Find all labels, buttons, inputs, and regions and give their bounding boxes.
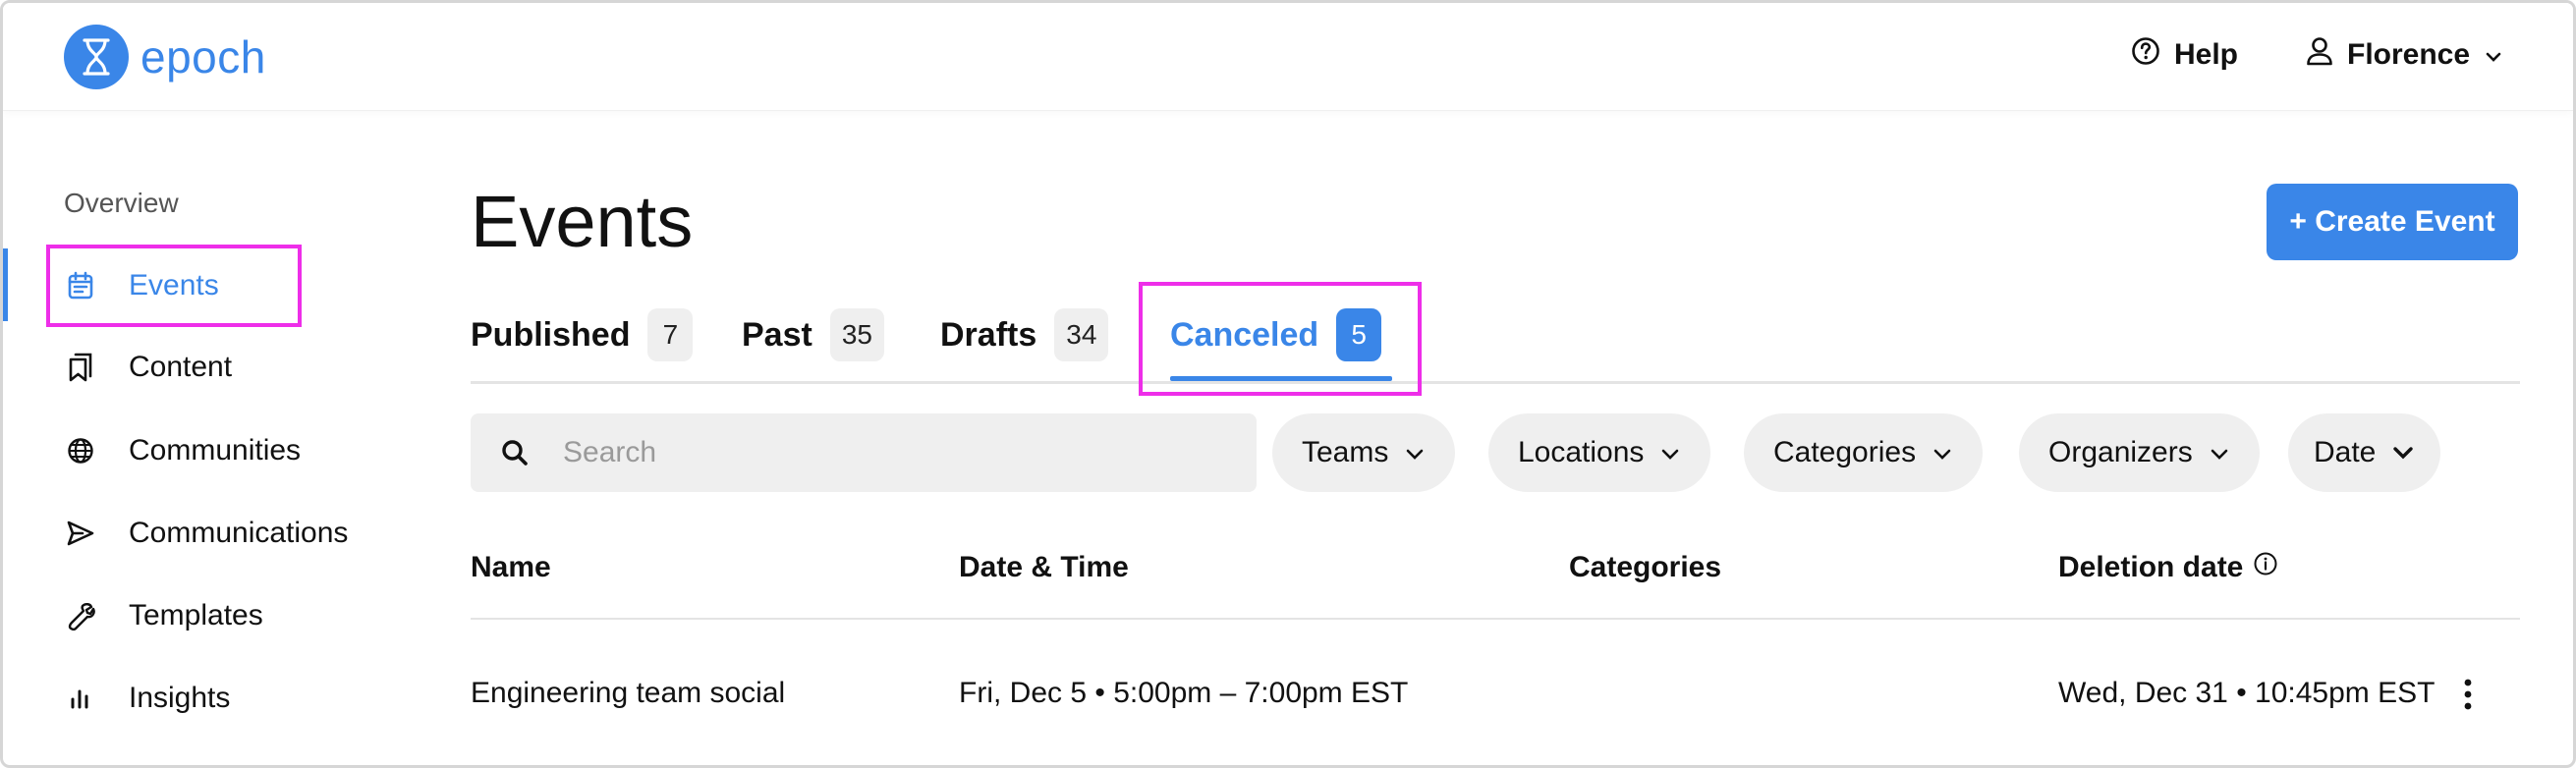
tab-drafts[interactable]: Drafts 34 xyxy=(940,305,1109,364)
user-icon xyxy=(2306,36,2333,74)
tab-count-badge: 34 xyxy=(1054,308,1109,361)
sidebar-item-communities[interactable]: Communities xyxy=(64,421,301,480)
filter-label: Teams xyxy=(1302,436,1389,468)
tab-label: Published xyxy=(471,315,631,354)
active-indicator xyxy=(3,248,8,321)
column-header-label: Deletion date xyxy=(2058,551,2244,583)
chevron-down-icon xyxy=(2484,38,2503,72)
tab-published[interactable]: Published 7 xyxy=(471,305,694,364)
wrench-icon xyxy=(64,599,97,632)
user-menu[interactable]: Florence xyxy=(2306,30,2503,80)
table-row-divider xyxy=(471,765,2520,767)
globe-icon xyxy=(64,434,97,467)
sidebar-item-label: Communications xyxy=(129,517,349,549)
user-name: Florence xyxy=(2347,38,2471,71)
more-options-icon[interactable] xyxy=(2453,673,2483,716)
filter-date[interactable]: Date xyxy=(2288,413,2441,492)
bookmark-icon xyxy=(64,351,97,384)
tab-label: Drafts xyxy=(940,315,1037,354)
filter-label: Categories xyxy=(1773,436,1917,468)
app-logo[interactable]: epoch xyxy=(64,25,266,89)
sidebar-item-label: Events xyxy=(129,269,219,302)
column-header-name[interactable]: Name xyxy=(471,551,551,584)
search-input[interactable] xyxy=(563,436,1231,469)
cell-deletion-date: Wed, Dec 31 • 10:45pm EST xyxy=(2058,677,2436,709)
chevron-down-icon xyxy=(1932,436,1953,469)
filter-teams[interactable]: Teams xyxy=(1272,413,1456,492)
search-bar[interactable] xyxy=(471,413,1257,492)
top-header: epoch Help Florence xyxy=(3,3,2573,111)
tab-count-badge: 7 xyxy=(647,308,694,361)
status-tabs: Published 7 Past 35 Drafts 34 Canceled 5 xyxy=(471,305,2520,384)
cell-name[interactable]: Engineering team social xyxy=(471,677,785,710)
filter-organizers[interactable]: Organizers xyxy=(2019,413,2260,492)
sidebar-item-insights[interactable]: Insights xyxy=(64,669,230,728)
column-header-deletion-date[interactable]: Deletion date xyxy=(2058,551,2278,584)
page-title: Events xyxy=(471,181,694,262)
send-icon xyxy=(64,517,97,550)
sidebar-item-templates[interactable]: Templates xyxy=(64,586,263,645)
calendar-icon xyxy=(64,269,97,302)
sidebar-item-overview[interactable]: Overview xyxy=(64,188,179,219)
sidebar-item-label: Templates xyxy=(129,599,263,631)
sidebar: Overview Events Content Communities Comm… xyxy=(3,111,416,765)
sidebar-item-label: Content xyxy=(129,351,233,383)
chevron-down-icon xyxy=(1404,436,1426,469)
filter-label: Locations xyxy=(1518,436,1645,468)
filter-label: Date xyxy=(2314,436,2377,468)
chevron-down-icon xyxy=(2391,436,2415,469)
sidebar-item-label: Communities xyxy=(129,434,302,466)
column-header-categories[interactable]: Categories xyxy=(1569,551,1721,584)
column-header-datetime[interactable]: Date & Time xyxy=(959,551,1129,584)
help-button[interactable]: Help xyxy=(2131,30,2238,80)
create-event-button[interactable]: + Create Event xyxy=(2267,184,2518,260)
filter-categories[interactable]: Categories xyxy=(1744,413,1984,492)
filter-locations[interactable]: Locations xyxy=(1488,413,1711,492)
chevron-down-icon xyxy=(1659,436,1681,469)
info-icon[interactable] xyxy=(2253,551,2278,584)
question-circle-icon xyxy=(2131,36,2160,74)
hourglass-icon xyxy=(64,25,129,89)
help-label: Help xyxy=(2174,38,2239,71)
sidebar-item-label: Insights xyxy=(129,682,231,714)
table-header-divider xyxy=(471,618,2520,620)
app-window: epoch Help Florence Overview Events Cont… xyxy=(0,0,2576,768)
sidebar-item-content[interactable]: Content xyxy=(64,338,232,397)
chevron-down-icon xyxy=(2209,436,2230,469)
search-icon xyxy=(500,436,533,469)
sidebar-item-communications[interactable]: Communications xyxy=(64,504,348,563)
app-name: epoch xyxy=(140,31,266,82)
tab-past[interactable]: Past 35 xyxy=(742,305,884,364)
tab-label: Past xyxy=(742,315,812,354)
filter-label: Organizers xyxy=(2048,436,2193,468)
tab-count-badge: 35 xyxy=(829,308,884,361)
highlight-box-canceled-tab xyxy=(1139,282,1422,396)
bar-chart-icon xyxy=(64,682,97,715)
cell-datetime: Fri, Dec 5 • 5:00pm – 7:00pm EST xyxy=(959,677,1409,709)
sidebar-item-events[interactable]: Events xyxy=(64,256,219,315)
